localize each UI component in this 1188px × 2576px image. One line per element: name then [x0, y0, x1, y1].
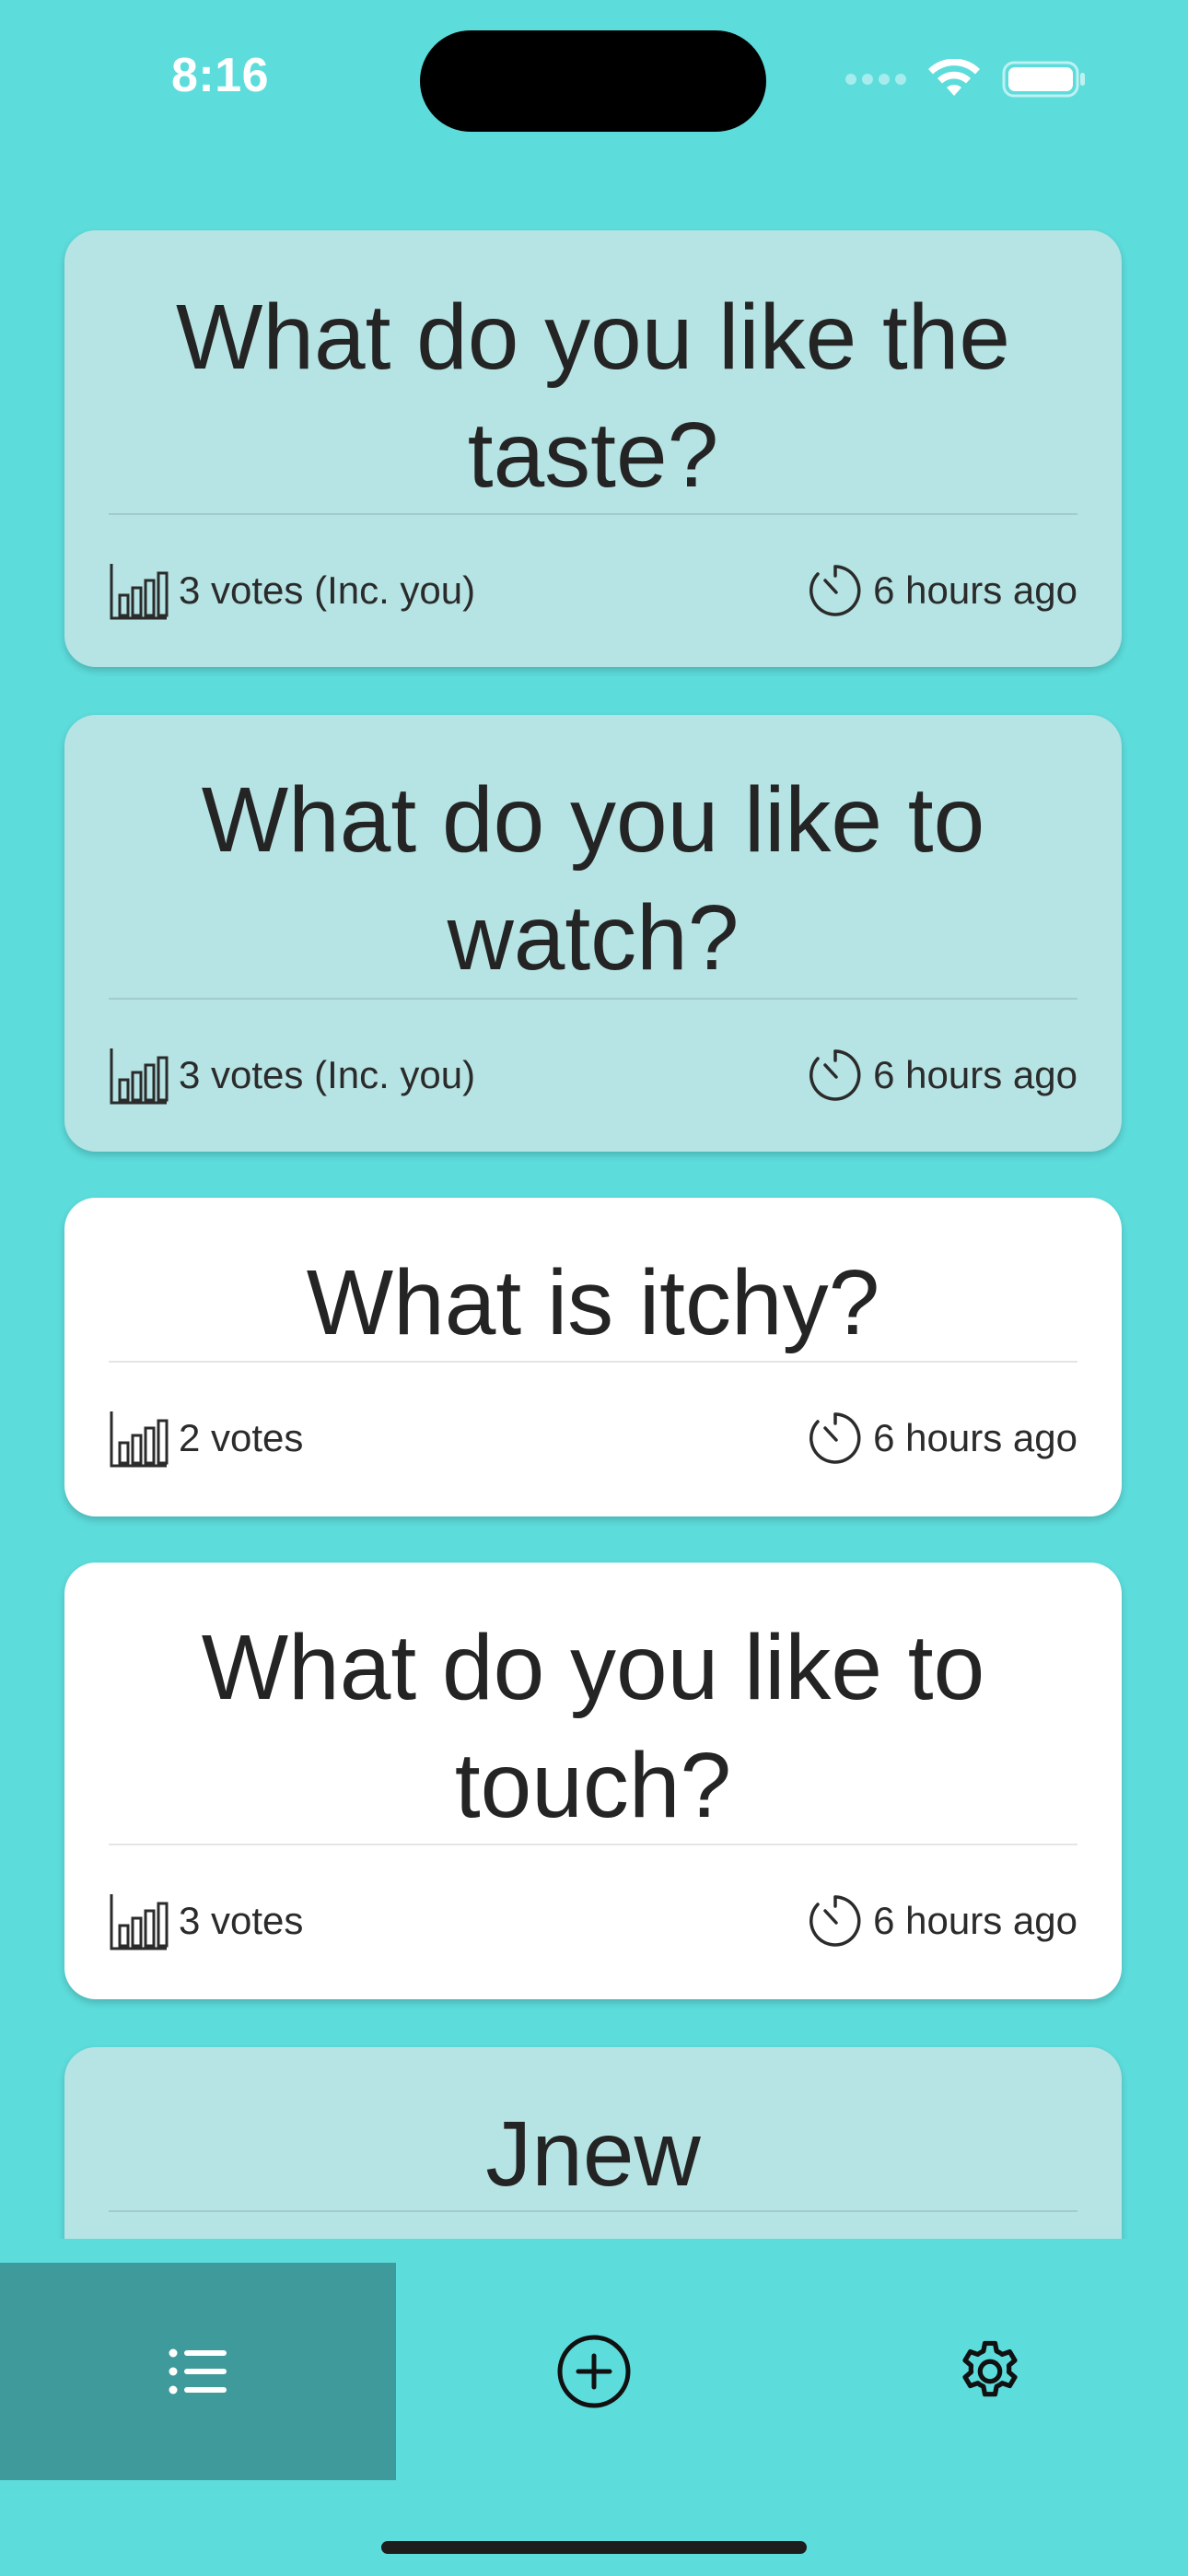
list-icon [169, 2348, 227, 2395]
wifi-icon [928, 59, 980, 96]
timer-icon [809, 1895, 861, 1947]
poll-title: What do you like to touch? [201, 1616, 985, 1837]
poll-title: What do you like the taste? [175, 286, 1011, 507]
cellular-signal-icon [845, 74, 906, 85]
timer-icon [809, 1049, 861, 1101]
bar-chart-icon [110, 564, 169, 620]
tab-new-poll[interactable] [396, 2263, 792, 2480]
poll-card[interactable]: What do you like to touch? 3 votes 6 hou… [64, 1563, 1122, 1999]
poll-time: 6 hours ago [873, 1899, 1077, 1942]
card-divider [109, 1844, 1077, 1845]
card-divider [109, 2210, 1077, 2212]
status-indicators [845, 59, 1087, 100]
poll-time: 6 hours ago [873, 1053, 1077, 1096]
tab-bar [0, 2263, 1188, 2480]
vote-count: 3 votes (Inc. you) [179, 1053, 476, 1096]
vote-count: 2 votes [179, 1416, 304, 1459]
screen: 8:16 What do you like the taste? 3 votes… [0, 0, 1188, 2576]
status-time: 8:16 [171, 49, 270, 102]
card-divider [109, 513, 1077, 515]
poll-meta: 3 votes (Inc. you) 6 hours ago [109, 1043, 1077, 1107]
home-indicator[interactable] [381, 2541, 807, 2554]
bar-chart-icon [110, 1894, 169, 1950]
vote-count: 3 votes (Inc. you) [179, 568, 476, 612]
poll-title: What do you like to watch? [201, 768, 985, 989]
bar-chart-icon [110, 1048, 169, 1105]
card-divider [109, 1361, 1077, 1363]
poll-title: Jnew [485, 2102, 701, 2206]
dynamic-island [420, 30, 766, 132]
poll-card[interactable]: What do you like to watch? 3 votes (Inc.… [64, 715, 1122, 1152]
battery-icon [1002, 61, 1085, 98]
vote-count: 3 votes [179, 1899, 304, 1942]
tab-settings[interactable] [792, 2263, 1188, 2480]
poll-card[interactable]: What is itchy? 2 votes 6 hours ago [64, 1198, 1122, 1516]
bar-chart-icon [110, 1411, 169, 1468]
tab-polls[interactable] [0, 2263, 396, 2480]
timer-icon [809, 565, 861, 616]
poll-title: What is itchy? [306, 1251, 880, 1354]
poll-meta: 3 votes (Inc. you) 6 hours ago [109, 558, 1077, 623]
poll-card[interactable]: Jnew [64, 2047, 1122, 2239]
plus-circle-icon [557, 2335, 631, 2408]
timer-icon [809, 1412, 861, 1464]
poll-meta: 3 votes 6 hours ago [109, 1889, 1077, 1953]
card-divider [109, 998, 1077, 1000]
poll-meta: 2 votes 6 hours ago [109, 1406, 1077, 1470]
gear-icon [962, 2340, 1018, 2397]
poll-time: 6 hours ago [873, 1416, 1077, 1459]
poll-card[interactable]: What do you like the taste? 3 votes (Inc… [64, 230, 1122, 667]
poll-list[interactable]: What do you like the taste? 3 votes (Inc… [0, 228, 1188, 2239]
poll-time: 6 hours ago [873, 568, 1077, 612]
